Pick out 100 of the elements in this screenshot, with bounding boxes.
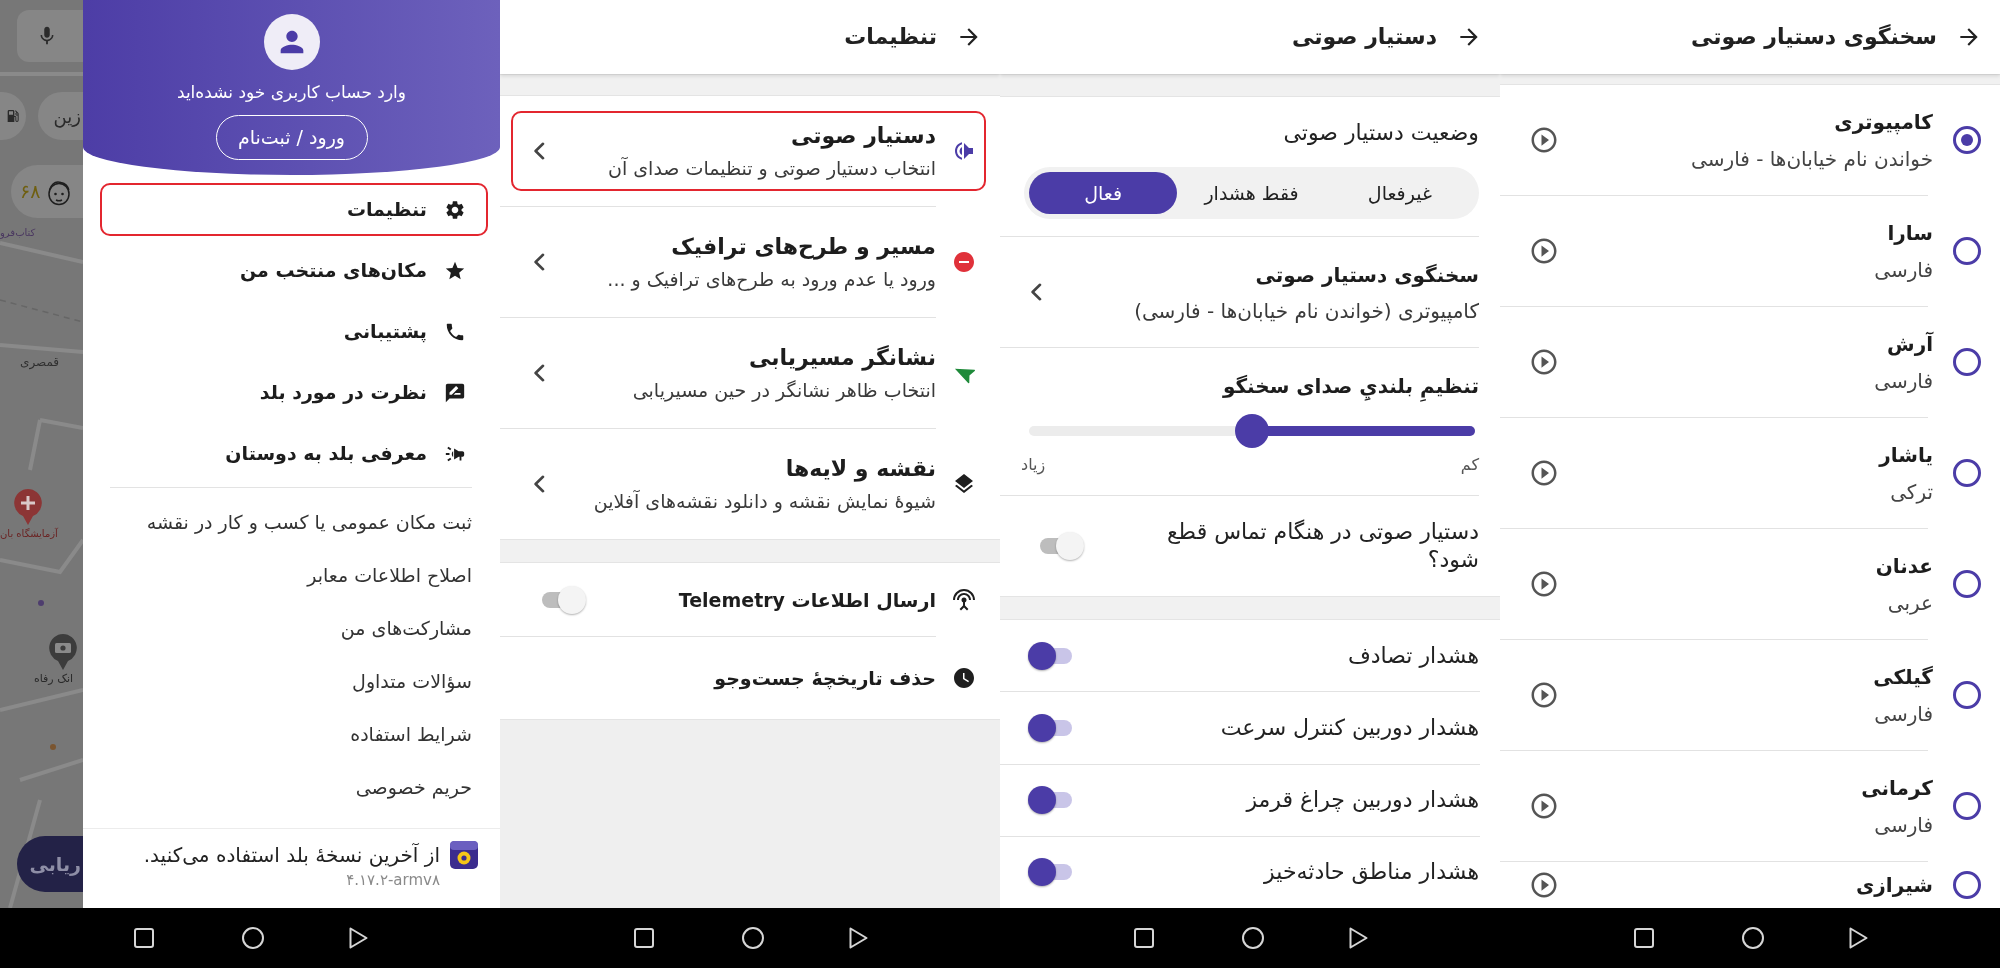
version-message: از آخرین نسخهٔ بلد استفاده می‌کنید. [143,842,440,869]
drawer-menu-item[interactable]: مکان‌های منتخب من [100,244,488,297]
radio-button[interactable] [1953,871,1981,899]
back-icon[interactable] [349,927,368,949]
map-label: آزمایشگاه بان [0,527,58,541]
settings-item[interactable]: نقشه و لایه‌ها شیوهٔ نمایش نقشه و دانلود نقشه‌های آفلاین [511,444,986,524]
drawer-menu-item[interactable]: پشتیبانی [100,305,488,358]
item-subtitle: انتخاب دستیار صوتی و تنظیمات صدای آن [606,156,936,181]
voice-description: فارسی [1873,701,1933,727]
voice-name: یاشار [1877,442,1933,469]
play-icon[interactable] [1529,870,1559,900]
section-label: وضعیت دستیار صوتی [1282,119,1480,147]
alert-label: هشدار تصادف [1347,641,1479,670]
slider-thumb[interactable] [1235,414,1269,448]
item-title: نقشه و لایه‌ها [784,455,936,484]
routing-button[interactable]: ریابی [17,836,83,892]
back-icon[interactable] [1849,927,1868,949]
play-icon[interactable] [1529,347,1559,377]
home-icon[interactable] [1742,927,1764,949]
drawer-link[interactable]: شرایط استفاده [83,708,500,761]
voice-description: فارسی [1873,257,1933,283]
clock-icon [952,666,976,690]
drawer-menu-item[interactable]: نظرت در مورد بلد [100,366,488,419]
toggle-switch[interactable] [1028,713,1074,742]
item-subtitle: انتخاب ظاهر نشانگر در حین مسیریابی [631,378,936,403]
screen-title: دستیار صوتی [1291,23,1437,52]
voice-name: آرش [1886,331,1933,358]
recents-icon[interactable] [134,928,154,948]
radio-button[interactable] [1953,459,1981,487]
voice-name: عدنان [1874,553,1933,580]
play-icon[interactable] [1529,680,1559,710]
segment-option[interactable]: فعال [1029,172,1178,214]
drawer-link[interactable]: مشارکت‌های من [83,602,500,655]
toggle-switch[interactable] [1028,786,1074,815]
item-title: مسیر و طرح‌های ترافیک [670,233,936,262]
back-icon[interactable] [1349,927,1368,949]
drawer-menu-item[interactable]: معرفی بلد به دوستان [100,427,488,480]
drawer-link[interactable]: سؤالات متداول [83,655,500,708]
back-icon[interactable] [849,927,868,949]
chevron-icon[interactable] [1030,283,1042,301]
play-icon[interactable] [1529,125,1559,155]
radio-button[interactable] [1953,570,1981,598]
screen-title: سخنگوی دستیار صوتی [1691,23,1937,52]
drawer-menu-item[interactable]: تنظیمات [100,183,488,236]
setting-label: ارسال اطلاعات Telemetry [677,587,936,613]
slider-max-label: زیاد [1021,455,1046,475]
chevron-icon [533,253,545,271]
radio-button[interactable] [1953,681,1981,709]
bank-marker-icon [48,633,78,671]
chevron-icon [533,475,545,493]
setting-label: حذف تاریخچهٔ جست‌وجو [712,666,936,691]
setting-label: دستیار صوتی در هنگام تماس قطع شود؟ [1165,518,1479,574]
search-bar[interactable] [17,10,83,62]
home-icon[interactable] [242,927,264,949]
recents-icon[interactable] [1634,928,1654,948]
voice-name: گیلکی [1872,664,1933,691]
item-title: دستیار صوتی [789,122,936,151]
play-icon[interactable] [1529,569,1559,599]
drawer-link[interactable]: ثبت مکان عمومی یا کسب و کار در نقشه [83,496,500,549]
settings-item[interactable]: مسیر و طرح‌های ترافیک ورود یا عدم ورود به طرح‌های ترافیک و ... [511,222,986,302]
map-label: کتاب‌فرو [0,226,36,240]
item-title: نشانگر مسیریابی [747,344,936,373]
screen-title: تنظیمات [844,23,937,51]
toggle-switch[interactable] [540,585,586,614]
item-subtitle: ورود یا عدم ورود به طرح‌های ترافیک و ... [606,267,936,292]
segment-option[interactable]: فقط هشدار [1177,172,1326,214]
drawer-link[interactable]: حریم خصوصی [83,761,500,814]
volume-slider-track[interactable] [1029,414,1475,448]
radio-button[interactable] [1953,237,1981,265]
toggle-switch[interactable] [1028,641,1074,670]
play-icon[interactable] [1529,236,1559,266]
drawer-link[interactable]: اصلاح اطلاعات معابر [83,549,500,602]
voice-name: کرمانی [1860,775,1933,802]
chevron-icon [533,364,545,382]
toggle-switch[interactable] [1028,858,1074,887]
antenna-icon [952,587,976,612]
setting-value: کامپیوتری (خواندن نام خیابان‌ها - فارسی) [1133,297,1479,324]
speech-bubble-pencil-icon [444,381,466,404]
settings-icon [444,198,466,221]
voice-name: سارا [1886,220,1933,247]
voice-description: ترکی [1889,479,1933,505]
settings-item[interactable]: نشانگر مسیریابی انتخاب ظاهر نشانگر در حین مسیریابی [511,333,986,413]
recents-icon[interactable] [634,928,654,948]
recents-icon[interactable] [1134,928,1154,948]
fuel-pump-icon [5,108,21,124]
segment-option[interactable]: غیرفعال [1325,172,1474,214]
toggle-switch[interactable] [1038,532,1084,560]
radio-button[interactable] [1953,348,1981,376]
voice-description: فارسی [1873,812,1933,838]
map-label: قمصری [20,354,60,370]
play-icon[interactable] [1529,458,1559,488]
play-icon[interactable] [1529,791,1559,821]
voice-description: فارسی [1873,368,1933,394]
home-icon[interactable] [742,927,764,949]
settings-item[interactable]: دستیار صوتی انتخاب دستیار صوتی و تنظیمات صدای آن [511,111,986,191]
home-icon[interactable] [1242,927,1264,949]
hospital-marker-icon [13,488,43,526]
radio-button[interactable] [1953,126,1981,154]
radio-button[interactable] [1953,792,1981,820]
setting-title: سخنگوی دستیار صوتی [1254,261,1479,289]
